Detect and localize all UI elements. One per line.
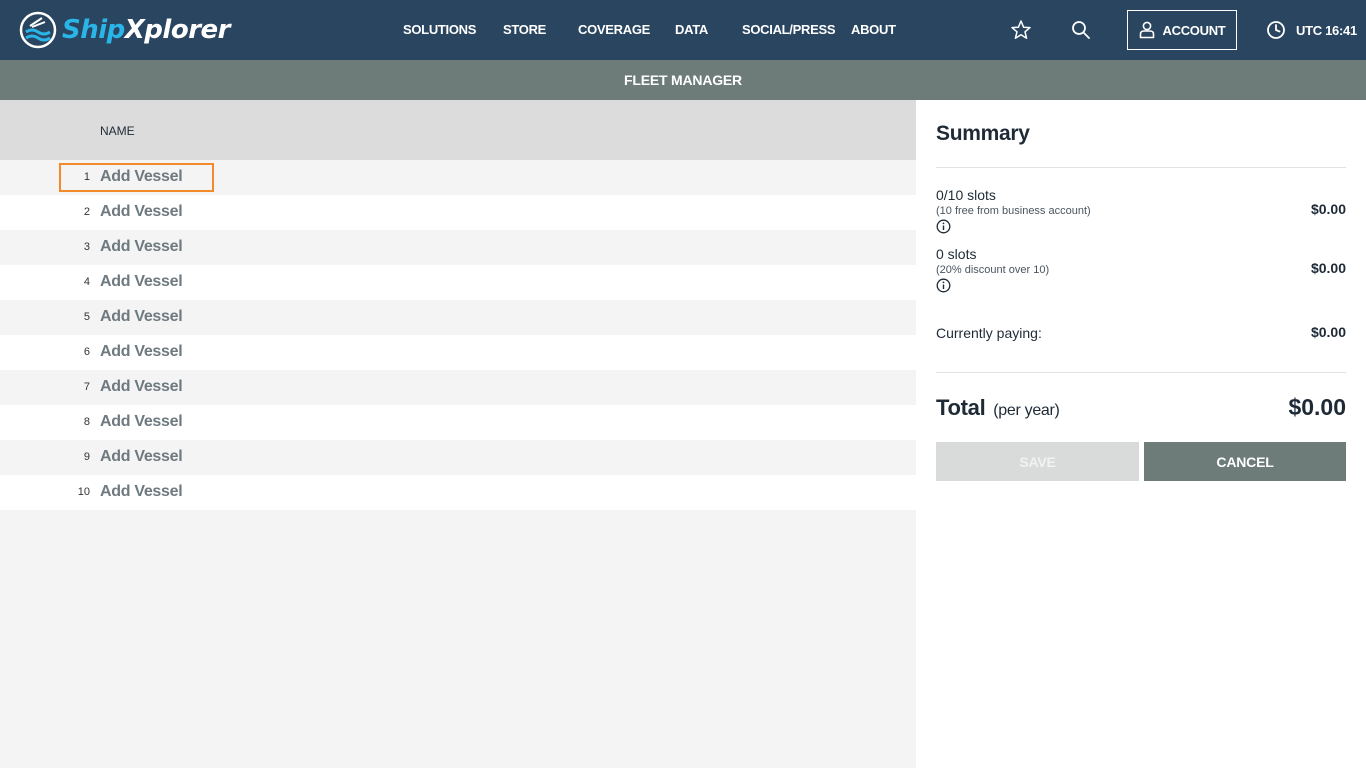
discount-slots-count: 0 slots [936, 246, 977, 262]
summary-title: Summary [936, 122, 1030, 145]
add-vessel-link[interactable]: Add Vessel [100, 273, 183, 291]
add-vessel-link[interactable]: Add Vessel [100, 168, 183, 186]
total-text: Total [936, 395, 986, 420]
row-number: 3 [83, 241, 90, 253]
name-column-header: NAME [100, 124, 135, 138]
clock-icon [1267, 21, 1285, 39]
vessel-slot-row[interactable]: 9 Add Vessel [0, 440, 916, 475]
nav-solutions[interactable]: SOLUTIONS [403, 22, 476, 37]
row-number: 1 [83, 171, 90, 183]
total-label: Total (per year) [936, 395, 1060, 421]
account-label: ACCOUNT [1162, 22, 1226, 38]
save-button[interactable]: SAVE [936, 442, 1139, 481]
nav-data[interactable]: DATA [675, 22, 708, 37]
search-icon[interactable] [1069, 18, 1093, 42]
info-icon[interactable] [936, 219, 951, 234]
account-button[interactable]: ACCOUNT [1127, 10, 1237, 50]
top-navigation-bar: ShipXplorer SOLUTIONS STORE COVERAGE DAT… [0, 0, 1366, 60]
currently-paying-price: $0.00 [1310, 324, 1346, 340]
vessel-slot-row[interactable]: 2 Add Vessel [0, 195, 916, 230]
info-icon[interactable] [936, 278, 951, 293]
nav-store[interactable]: STORE [503, 22, 546, 37]
shipxplorer-logo[interactable]: ShipXplorer [18, 10, 230, 50]
nav-about[interactable]: ABOUT [851, 22, 896, 37]
add-vessel-link[interactable]: Add Vessel [100, 378, 183, 396]
total-price: $0.00 [1288, 394, 1346, 420]
user-icon [1139, 21, 1154, 39]
vessel-slot-row[interactable]: 8 Add Vessel [0, 405, 916, 440]
slots-price: $0.00 [1310, 201, 1346, 217]
nav-social-press[interactable]: SOCIAL/PRESS [742, 22, 836, 37]
clock-text: UTC 16:41 [1296, 22, 1357, 38]
add-vessel-link[interactable]: Add Vessel [100, 308, 183, 326]
row-number: 4 [83, 276, 90, 288]
vessel-slot-row[interactable]: 7 Add Vessel [0, 370, 916, 405]
divider [936, 372, 1346, 373]
fleet-manager-title-bar: FLEET MANAGER [0, 60, 1366, 100]
utc-clock: UTC 16:41 [1266, 20, 1357, 40]
row-number: 6 [83, 346, 90, 358]
nav-coverage[interactable]: COVERAGE [578, 22, 650, 37]
vessel-slot-row[interactable]: 1 Add Vessel [0, 160, 916, 195]
page-title: FLEET MANAGER [624, 72, 742, 88]
vessel-list: NAME 1 Add Vessel 2 Add Vessel 3 Add Vessel 4 A… [0, 100, 916, 768]
vessel-slot-row[interactable]: 10 Add Vessel [0, 475, 916, 510]
vessel-slot-row[interactable]: 6 Add Vessel [0, 335, 916, 370]
vessel-slot-row[interactable]: 5 Add Vessel [0, 300, 916, 335]
row-number: 5 [83, 311, 90, 323]
vessel-slot-row[interactable]: 3 Add Vessel [0, 230, 916, 265]
list-column-header: NAME [0, 100, 916, 160]
row-number: 9 [83, 451, 90, 463]
add-vessel-link[interactable]: Add Vessel [100, 203, 183, 221]
star-icon[interactable] [1009, 18, 1033, 42]
add-vessel-link[interactable]: Add Vessel [100, 238, 183, 256]
slots-count: 0/10 slots [936, 187, 996, 203]
slots-note: (10 free from business account) [936, 205, 1091, 217]
discount-price: $0.00 [1310, 260, 1346, 276]
divider [936, 167, 1346, 168]
total-period: (per year) [993, 402, 1060, 419]
row-number: 7 [83, 381, 90, 393]
row-number: 10 [77, 486, 90, 498]
discount-note: (20% discount over 10) [936, 264, 1050, 276]
summary-panel: Summary 0/10 slots (10 free from busines… [916, 100, 1366, 768]
logo-text: ShipXplorer [62, 15, 230, 45]
logo-icon [19, 11, 57, 49]
cancel-button[interactable]: CANCEL [1144, 442, 1346, 481]
add-vessel-link[interactable]: Add Vessel [100, 343, 183, 361]
currently-paying-label: Currently paying: [936, 325, 1042, 341]
row-number: 8 [83, 416, 90, 428]
add-vessel-link[interactable]: Add Vessel [100, 448, 183, 466]
vessel-slot-row[interactable]: 4 Add Vessel [0, 265, 916, 300]
add-vessel-link[interactable]: Add Vessel [100, 413, 183, 431]
add-vessel-link[interactable]: Add Vessel [100, 483, 183, 501]
row-number: 2 [83, 206, 90, 218]
